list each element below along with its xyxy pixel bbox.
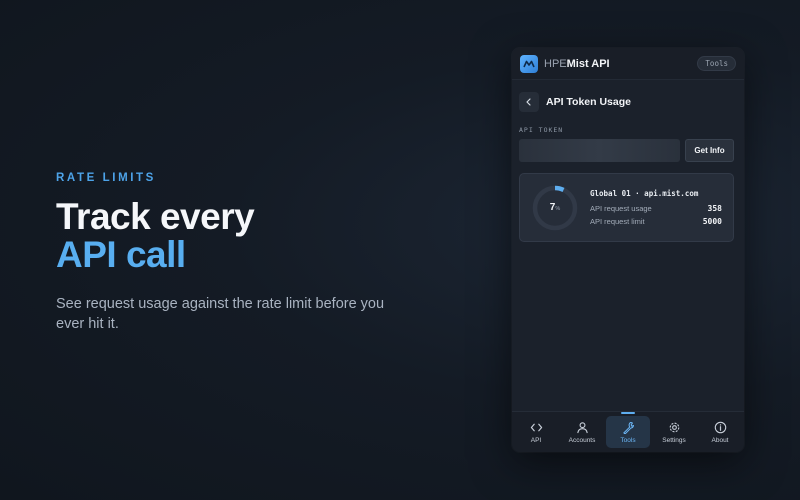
usage-gauge: 7% <box>531 184 579 232</box>
back-button[interactable] <box>519 92 539 112</box>
app-title-prefix: HPE <box>544 57 567 70</box>
gauge-percent-unit: % <box>555 206 561 212</box>
usage-info: Global 01 · api.mist.com API request usa… <box>590 189 722 226</box>
headline: Track every API call <box>56 198 386 274</box>
main-content: API Token Usage API TOKEN Get Info 7% Gl… <box>512 80 744 242</box>
info-icon <box>714 421 726 433</box>
app-title-main: Mist API <box>566 57 610 70</box>
app-window: HPEMist API Tools API Token Usage API TO… <box>512 48 744 452</box>
nav-item-accounts[interactable]: Accounts <box>560 416 604 448</box>
wrench-icon <box>622 421 634 434</box>
nav-label-tools: Tools <box>620 436 636 444</box>
usage-card: 7% Global 01 · api.mist.com API request … <box>519 173 734 242</box>
request-limit-value: 5000 <box>702 217 722 226</box>
nav-label-settings: Settings <box>662 436 686 444</box>
page-header: API Token Usage <box>519 92 734 112</box>
request-limit-label: API request limit <box>590 217 645 226</box>
eyebrow-label: RATE LIMITS <box>56 172 156 184</box>
bottom-nav: API Accounts Tools Settings About <box>512 411 744 452</box>
stat-row-usage: API request usage 358 <box>590 204 722 213</box>
nav-label-accounts: Accounts <box>568 436 596 444</box>
headline-line-1: Track every <box>56 196 255 237</box>
nav-item-api[interactable]: API <box>514 416 558 448</box>
person-icon <box>576 421 588 433</box>
chevron-left-icon <box>526 98 531 106</box>
gauge-percent: 7% <box>531 184 579 232</box>
headline-line-2: API call <box>56 234 186 275</box>
nav-item-about[interactable]: About <box>698 416 742 448</box>
subcopy: See request usage against the rate limit… <box>56 296 385 332</box>
section-badge: Tools <box>697 56 736 71</box>
title-bar: HPEMist API Tools <box>512 48 744 80</box>
nav-item-settings[interactable]: Settings <box>652 416 696 448</box>
token-row: Get Info <box>519 139 734 162</box>
hero-section: RATE LIMITS Track every API call See req… <box>56 172 386 334</box>
gear-icon <box>669 422 679 432</box>
get-info-button[interactable]: Get Info <box>685 139 734 162</box>
code-icon <box>530 423 542 431</box>
nav-item-tools[interactable]: Tools <box>606 412 650 448</box>
nav-label-about: About <box>711 436 729 444</box>
api-token-input[interactable] <box>519 139 680 162</box>
api-token-label: API TOKEN <box>519 126 564 134</box>
app-title: HPEMist API <box>544 58 610 70</box>
app-logo-icon <box>520 54 538 73</box>
request-usage-label: API request usage <box>590 204 652 213</box>
stat-row-limit: API request limit 5000 <box>590 217 722 226</box>
nav-label-api: API <box>530 436 542 444</box>
request-usage-value: 358 <box>707 204 722 213</box>
page-title: API Token Usage <box>546 96 631 108</box>
org-host-line: Global 01 · api.mist.com <box>590 189 699 198</box>
